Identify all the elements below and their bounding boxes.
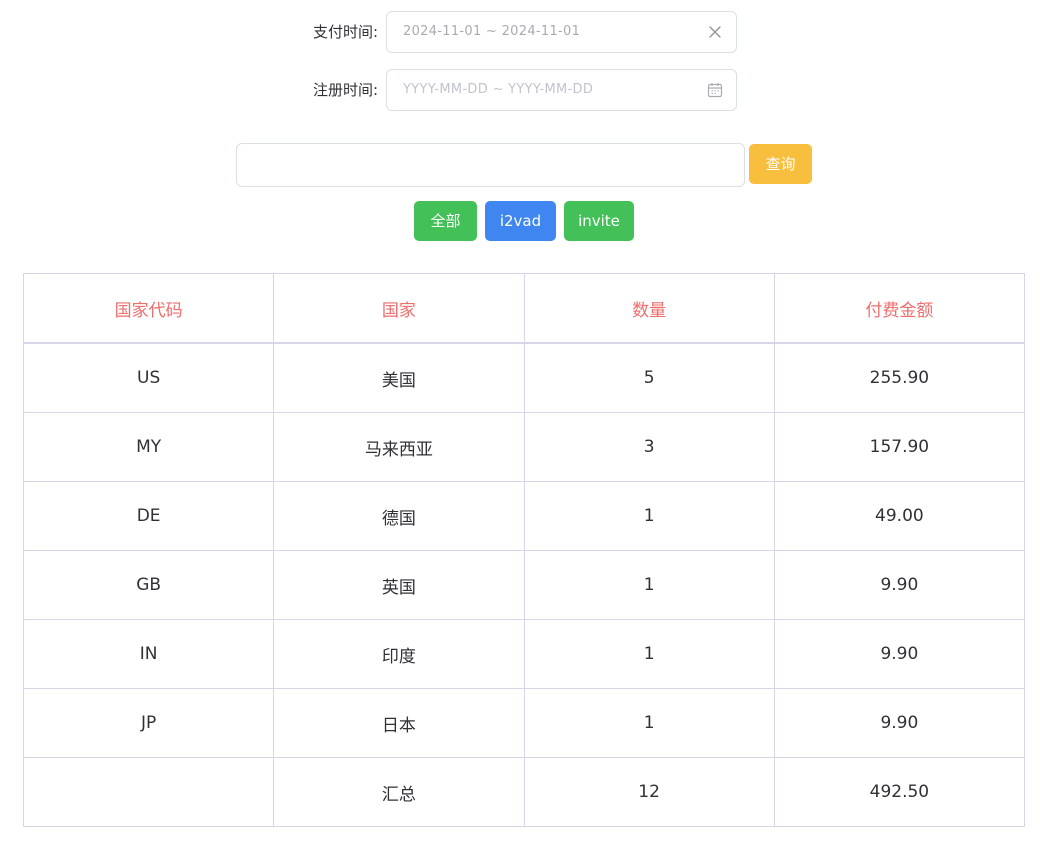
cell-amount: 255.90 [773, 342, 1026, 413]
summary-count: 12 [523, 757, 775, 827]
cell-country: 德国 [273, 481, 525, 551]
cell-amount: 49.00 [773, 481, 1026, 551]
cell-country: 英国 [273, 550, 525, 620]
table-row: DE 德国 1 49.00 [22, 481, 1026, 551]
table-row: US 美国 5 255.90 [22, 342, 1026, 413]
search-input[interactable] [236, 143, 745, 187]
cell-country-code [22, 757, 275, 827]
cell-country-code: IN [22, 619, 275, 689]
calendar-icon [707, 83, 723, 98]
register-time-placeholder: YYYY-MM-DD ~ YYYY-MM-DD [403, 82, 594, 97]
header-amount: 付费金额 [773, 273, 1026, 344]
cell-amount: 9.90 [773, 619, 1026, 689]
table-row: JP 日本 1 9.90 [22, 688, 1026, 758]
cell-amount: 9.90 [773, 688, 1026, 758]
pay-time-value: 2024-11-01 ~ 2024-11-01 [403, 24, 581, 39]
cell-count: 1 [523, 619, 775, 689]
table-row: IN 印度 1 9.90 [22, 619, 1026, 689]
cell-country-code: MY [22, 412, 275, 482]
cell-country: 马来西亚 [273, 412, 525, 482]
country-payment-table: 国家代码 国家 数量 付费金额 US 美国 5 255.90 MY 马来西亚 3… [22, 273, 1026, 827]
pay-time-range-picker[interactable]: 2024-11-01 ~ 2024-11-01 [386, 11, 737, 53]
register-time-range-picker[interactable]: YYYY-MM-DD ~ YYYY-MM-DD [386, 69, 737, 111]
cell-count: 1 [523, 550, 775, 620]
summary-label: 汇总 [273, 757, 525, 827]
table-summary-row: 汇总 12 492.50 [22, 757, 1026, 827]
cell-country: 印度 [273, 619, 525, 689]
cell-count: 5 [523, 342, 775, 413]
cell-count: 1 [523, 688, 775, 758]
pay-time-row: 支付时间: 2024-11-01 ~ 2024-11-01 [0, 11, 1040, 53]
header-country: 国家 [273, 273, 525, 344]
filter-all-button[interactable]: 全部 [414, 201, 477, 241]
cell-amount: 157.90 [773, 412, 1026, 482]
cell-count: 1 [523, 481, 775, 551]
cell-country-code: US [22, 342, 275, 413]
table-header-row: 国家代码 国家 数量 付费金额 [22, 273, 1026, 344]
cell-count: 3 [523, 412, 775, 482]
filter-invite-button[interactable]: invite [564, 201, 634, 241]
header-count: 数量 [523, 273, 775, 344]
table-row: MY 马来西亚 3 157.90 [22, 412, 1026, 482]
cell-amount: 9.90 [773, 550, 1026, 620]
cell-country-code: DE [22, 481, 275, 551]
cell-country: 美国 [273, 342, 525, 413]
close-icon[interactable] [706, 23, 724, 41]
summary-amount: 492.50 [773, 757, 1026, 827]
header-country-code: 国家代码 [22, 273, 275, 344]
cell-country: 日本 [273, 688, 525, 758]
cell-country-code: GB [22, 550, 275, 620]
query-button[interactable]: 查询 [749, 144, 812, 184]
register-time-row: 注册时间: YYYY-MM-DD ~ YYYY-MM-DD [0, 69, 1040, 111]
filter-i2vad-button[interactable]: i2vad [485, 201, 556, 241]
register-time-label: 注册时间: [312, 81, 378, 99]
table-row: GB 英国 1 9.90 [22, 550, 1026, 620]
cell-country-code: JP [22, 688, 275, 758]
pay-time-label: 支付时间: [312, 23, 378, 41]
